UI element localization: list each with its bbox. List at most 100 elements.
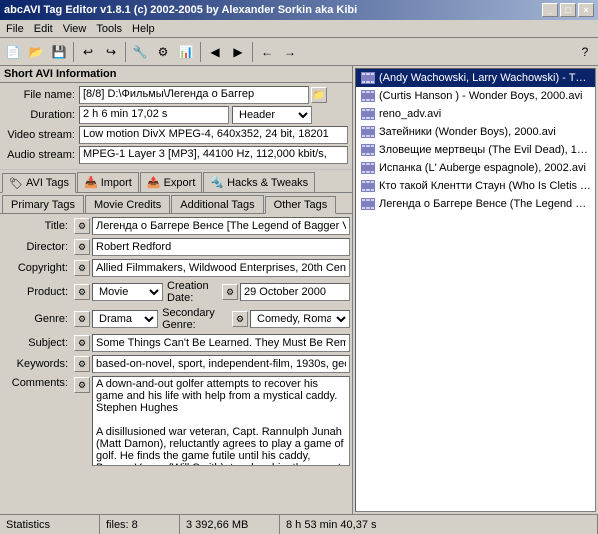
audio-value: MPEG-1 Layer 3 [MP3], 44100 Hz, 112,000 … [79,146,348,164]
secondary-genre-select[interactable]: Comedy, Romance [250,310,350,328]
list-item[interactable]: Кто такой Клентти Стаун (Who Is Cletis T… [356,177,595,195]
product-select[interactable]: Movie TV Show [92,283,163,301]
sec-genre-icon-btn[interactable]: ⚙ [232,311,248,327]
creation-date-label: Creation Date: [163,280,220,304]
audio-label: Audio stream: [4,149,79,161]
help-button[interactable]: ? [574,41,596,63]
toolbar-sep3 [200,42,201,62]
nav-next-button[interactable]: ▶ [227,41,249,63]
tab-avi-tags[interactable]: 🏷 AVI Tags [2,173,76,193]
genre-select[interactable]: Drama [92,310,158,328]
close-button[interactable]: × [578,3,594,17]
toolbar-sep4 [252,42,253,62]
film-icon [360,89,376,103]
file-label: File name: [4,89,79,101]
menu-file[interactable]: File [2,22,28,36]
duration-row: Duration: 2 h 6 min 17,02 s Header [4,106,348,124]
film-icon [360,179,376,193]
arrow-right-button[interactable]: → [279,41,301,63]
app-title: abcAVI Tag Editor v1.8.1 (c) 2002-2005 b… [4,4,357,16]
duration-label: Duration: [4,109,79,121]
list-item[interactable]: Зловещие мертвецы (The Evil Dead), 1981.… [356,141,595,159]
nav-prev-button[interactable]: ◀ [204,41,226,63]
export-icon: 📤 [147,176,161,189]
list-item[interactable]: (Andy Wachowski, Larry Wachowski) - The … [356,69,595,87]
statistics-label: Statistics [6,519,50,531]
comments-icon-btn[interactable]: ⚙ [74,377,90,393]
toolbar-sep2 [125,42,126,62]
comments-label: Comments: [2,376,72,389]
tab-hacks[interactable]: 🔩 Hacks & Tweaks [203,172,315,192]
menu-tools[interactable]: Tools [92,22,126,36]
list-item[interactable]: Легенда о Баггере Венсе (The Legend of B… [356,195,595,213]
toolbar: 📄 📂 💾 ↩ ↪ 🔧 ⚙ 📊 ◀ ▶ ← → ? [0,38,598,66]
list-item[interactable]: (Curtis Hanson ) - Wonder Boys, 2000.avi [356,87,595,105]
arrow-left-button[interactable]: ← [256,41,278,63]
secondary-genre-label: Secondary Genre: [158,307,230,331]
menu-view[interactable]: View [59,22,91,36]
director-icon-btn[interactable]: ⚙ [74,239,90,255]
list-item[interactable]: Затейники (Wonder Boys), 2000.avi [356,123,595,141]
subtab-primary[interactable]: Primary Tags [2,195,84,213]
comments-row: Comments: ⚙ [2,376,350,466]
tool2-button[interactable]: ⚙ [152,41,174,63]
list-item-label: (Andy Wachowski, Larry Wachowski) - The … [379,72,591,84]
maximize-button[interactable]: □ [560,3,576,17]
subject-icon-btn[interactable]: ⚙ [74,335,90,351]
director-label: Director: [2,241,72,253]
undo-button[interactable]: ↩ [77,41,99,63]
redo-button[interactable]: ↪ [100,41,122,63]
subject-input[interactable] [92,334,350,352]
date-icon-btn[interactable]: ⚙ [222,284,238,300]
hacks-icon: 🔩 [210,176,224,189]
new-button[interactable]: 📄 [2,41,24,63]
list-item[interactable]: reno_adv.avi [356,105,595,123]
time-section: 8 h 53 min 40,37 s [280,515,598,534]
subject-row: Subject: ⚙ [2,334,350,352]
copyright-input[interactable] [92,259,350,277]
tab-import[interactable]: 📥 Import [77,172,139,192]
genre-icon-btn[interactable]: ⚙ [74,311,90,327]
keywords-icon-btn[interactable]: ⚙ [74,356,90,372]
film-icon [360,107,376,121]
list-item-label: Легенда о Баггере Венсе (The Legend of B… [379,198,591,210]
director-input[interactable] [92,238,350,256]
list-item[interactable]: Испанка (L' Auberge espagnole), 2002.avi [356,159,595,177]
film-icon [360,143,376,157]
genre-label: Genre: [2,313,72,325]
main-layout: Short AVI Information File name: [8/8] D… [0,66,598,514]
list-item-label: Затейники (Wonder Boys), 2000.avi [379,126,556,138]
subtab-credits[interactable]: Movie Credits [85,195,170,213]
save-button[interactable]: 💾 [48,41,70,63]
menu-help[interactable]: Help [128,22,159,36]
size-label: 3 392,66 MB [186,519,248,531]
title-icon-btn[interactable]: ⚙ [74,218,90,234]
title-input[interactable] [92,217,350,235]
copyright-row: Copyright: ⚙ [2,259,350,277]
film-icon [360,197,376,211]
minimize-button[interactable]: _ [542,3,558,17]
comments-input[interactable] [92,376,350,466]
product-label: Product: [2,286,72,298]
subtab-other[interactable]: Other Tags [265,196,337,214]
file-browse-button[interactable]: 📁 [311,87,327,103]
files-label: files: 8 [106,519,138,531]
subtab-additional[interactable]: Additional Tags [171,195,263,213]
keywords-input[interactable] [92,355,350,373]
tool1-button[interactable]: 🔧 [129,41,151,63]
menu-edit[interactable]: Edit [30,22,57,36]
avi-info-group: File name: [8/8] D:\Фильмы\Легенда о Баг… [0,83,352,170]
copyright-label: Copyright: [2,262,72,274]
window-controls[interactable]: _ □ × [542,3,594,17]
copyright-icon-btn[interactable]: ⚙ [74,260,90,276]
title-bar: abcAVI Tag Editor v1.8.1 (c) 2002-2005 b… [0,0,598,20]
list-item-label: Зловещие мертвецы (The Evil Dead), 1981.… [379,144,591,156]
open-button[interactable]: 📂 [25,41,47,63]
tool3-button[interactable]: 📊 [175,41,197,63]
product-icon-btn[interactable]: ⚙ [74,284,90,300]
creation-date-input[interactable] [240,283,350,301]
duration-value: 2 h 6 min 17,02 s [79,106,229,124]
tab-export[interactable]: 📤 Export [140,172,203,192]
video-value: Low motion DivX MPEG-4, 640x352, 24 bit,… [79,126,348,144]
duration-type-select[interactable]: Header [232,106,312,124]
